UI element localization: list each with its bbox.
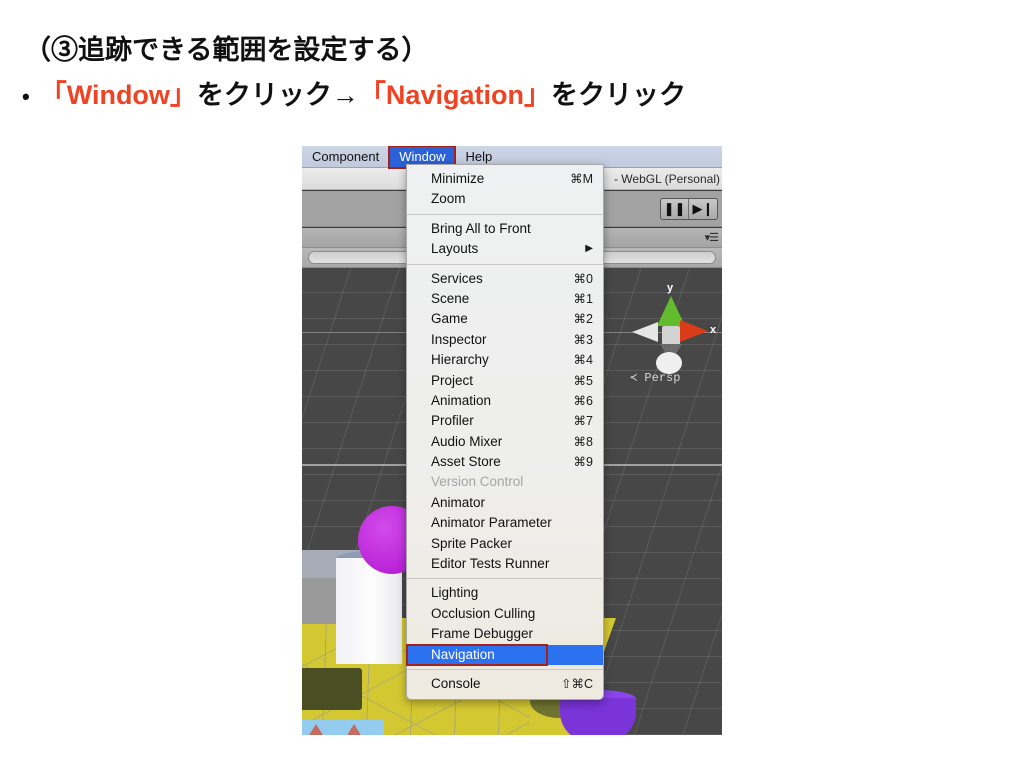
- menu-item-shortcut: ⌘6: [573, 393, 593, 408]
- menu-item-label: Lighting: [431, 585, 479, 601]
- menu-item-audio-mixer[interactable]: Audio Mixer ⌘8: [407, 432, 603, 452]
- menu-item-label: Layouts: [431, 241, 479, 257]
- menu-item-bring-all-to-front[interactable]: Bring All to Front: [407, 219, 603, 239]
- menu-item-shortcut: ⌘7: [573, 414, 593, 429]
- menu-item-shortcut: ⌘0: [573, 271, 593, 286]
- bullet-text-1: をクリック→: [196, 80, 359, 110]
- purple-cylinder: [560, 698, 636, 735]
- menu-separator: [407, 668, 603, 670]
- submenu-arrow-icon: ▶: [585, 243, 593, 255]
- bullet-accent-navigation: 「Navigation」: [358, 80, 551, 110]
- menu-item-lighting[interactable]: Lighting: [407, 583, 603, 603]
- menu-item-scene[interactable]: Scene ⌘1: [407, 289, 603, 309]
- gizmo-negx-cone[interactable]: [632, 322, 658, 342]
- menu-item-label: Version Control: [431, 474, 524, 490]
- menu-item-shortcut: ⌘5: [573, 373, 593, 388]
- menu-item-shortcut: ⌘M: [570, 172, 593, 186]
- gizmo-x-label: x: [710, 324, 717, 336]
- menu-item-label: Services: [431, 270, 483, 286]
- menu-item-editor-tests-runner[interactable]: Editor Tests Runner: [407, 554, 603, 574]
- menu-item-animator[interactable]: Animator: [407, 493, 603, 513]
- menu-item-shortcut: ⌘2: [573, 312, 593, 327]
- gizmo-center-cube[interactable]: [662, 326, 680, 346]
- menu-item-minimize[interactable]: Minimize ⌘M: [407, 169, 603, 189]
- window-dropdown-menu[interactable]: Minimize ⌘M Zoom Bring All to Front Layouts ▶…: [406, 164, 604, 701]
- menu-item-label: Game: [431, 311, 468, 327]
- olive-box-obstacle: [302, 668, 362, 710]
- bullet-accent-window: 「Window」: [39, 80, 197, 110]
- menu-item-label: Sprite Packer: [431, 535, 513, 551]
- scene-view-gizmo[interactable]: y x ≺ Persp: [620, 282, 720, 392]
- menu-item-label: Inspector: [431, 331, 487, 347]
- menu-separator: [407, 213, 603, 215]
- menu-item-frame-debugger[interactable]: Frame Debugger: [407, 624, 603, 644]
- menu-separator: [407, 578, 603, 580]
- menu-item-asset-store[interactable]: Asset Store ⌘9: [407, 452, 603, 472]
- menu-item-occlusion-culling[interactable]: Occlusion Culling: [407, 604, 603, 624]
- blue-ramp-patch: [302, 720, 384, 735]
- menu-item-label: Occlusion Culling: [431, 605, 536, 621]
- panel-options-icon[interactable]: ▾☰: [705, 231, 719, 244]
- gizmo-projection-label[interactable]: ≺ Persp: [630, 370, 680, 385]
- menu-item-label: Bring All to Front: [431, 220, 531, 236]
- menu-item-zoom[interactable]: Zoom: [407, 189, 603, 209]
- menu-item-label: Animator Parameter: [431, 515, 552, 531]
- menu-item-shortcut: ⌘9: [573, 455, 593, 470]
- menu-item-label: Zoom: [431, 191, 466, 207]
- menu-item-shortcut: ⌘4: [573, 353, 593, 368]
- menu-item-label: Animator: [431, 494, 486, 510]
- menu-item-shortcut: ⌘1: [573, 291, 593, 306]
- menubar-item-component[interactable]: Component: [302, 146, 389, 168]
- menu-item-label: Minimize: [431, 171, 485, 186]
- step-button[interactable]: ▶❙: [689, 199, 717, 219]
- menu-item-animation[interactable]: Animation ⌘6: [407, 391, 603, 411]
- menu-item-layouts[interactable]: Layouts ▶: [407, 239, 603, 259]
- menu-item-label: Audio Mixer: [431, 433, 503, 449]
- menu-item-label: Hierarchy: [431, 352, 489, 368]
- menu-item-navigation[interactable]: Navigation: [406, 643, 603, 666]
- embedded-screenshot: - WebGL (Personal) ❚❚ ▶❙ ▾☰ y x ≺ Persp …: [302, 146, 722, 735]
- menu-item-label: Profiler: [431, 413, 474, 429]
- bullet-marker: •: [22, 84, 30, 109]
- menu-item-inspector[interactable]: Inspector ⌘3: [407, 330, 603, 350]
- page-title: （③追跡できる範囲を設定する）: [24, 35, 429, 65]
- menu-item-label: Scene: [431, 290, 470, 306]
- menu-separator: [407, 263, 603, 265]
- menu-item-label: Asset Store: [431, 454, 501, 470]
- menu-item-shortcut: ⌘8: [573, 434, 593, 449]
- pause-button[interactable]: ❚❚: [661, 198, 689, 219]
- menu-item-game[interactable]: Game ⌘2: [407, 309, 603, 329]
- menu-item-label: Editor Tests Runner: [431, 556, 550, 572]
- ramp-arrow-head-1: [302, 724, 332, 735]
- menu-item-services[interactable]: Services ⌘0: [407, 269, 603, 289]
- menu-item-shortcut: ⇧⌘C: [560, 676, 593, 691]
- menu-item-profiler[interactable]: Profiler ⌘7: [407, 411, 603, 431]
- ramp-arrow-head-2: [338, 724, 370, 735]
- gizmo-y-label: y: [667, 282, 674, 294]
- menu-item-version-control: Version Control: [407, 472, 603, 492]
- menu-item-sprite-packer[interactable]: Sprite Packer: [407, 534, 603, 554]
- menu-item-shortcut: ⌘3: [573, 332, 593, 347]
- menu-item-hierarchy[interactable]: Hierarchy ⌘4: [407, 350, 603, 370]
- menu-item-label: Project: [431, 372, 474, 388]
- instruction-bullet: • 「Window」 をクリック→ 「Navigation」 をクリック: [22, 73, 686, 112]
- gizmo-x-cone[interactable]: [680, 320, 708, 342]
- menu-item-project[interactable]: Project ⌘5: [407, 371, 603, 391]
- playmode-controls[interactable]: ❚❚ ▶❙: [660, 197, 718, 220]
- menu-item-animator-parameter[interactable]: Animator Parameter: [407, 513, 603, 533]
- menu-item-label: Animation: [431, 392, 492, 408]
- menu-item-label: Navigation: [431, 646, 495, 662]
- menu-item-console[interactable]: Console ⇧⌘C: [407, 674, 603, 694]
- unity-title-text: - WebGL (Personal): [613, 171, 720, 186]
- bullet-text-2: をクリック: [550, 80, 686, 110]
- menu-item-label: Frame Debugger: [431, 626, 534, 642]
- menu-item-label: Console: [431, 675, 481, 691]
